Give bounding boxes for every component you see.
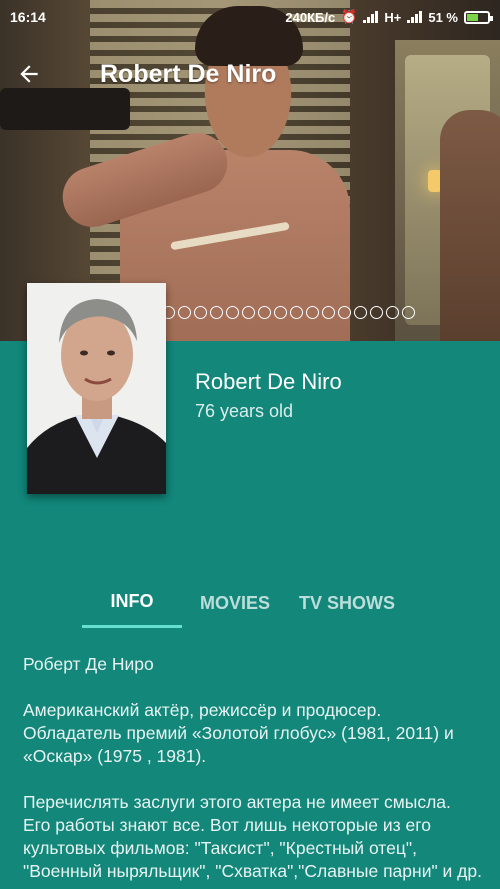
battery-fill (467, 13, 479, 21)
status-right: 240КБ/с ⏰ H+ 51 % (285, 9, 493, 25)
gallery-dot[interactable] (322, 306, 335, 319)
status-time: 16:14 (10, 9, 46, 25)
gallery-dot[interactable] (354, 306, 367, 319)
signal-icon (363, 11, 379, 23)
gallery-dot[interactable] (338, 306, 351, 319)
gallery-dot[interactable] (258, 306, 271, 319)
bio-paragraph-1: Американский актёр, режиссёр и продюсер.… (23, 700, 454, 766)
tab-info[interactable]: INFO (82, 578, 182, 628)
network-type: H+ (384, 9, 402, 25)
portrait-image (27, 283, 166, 494)
back-button[interactable] (0, 46, 58, 102)
actor-name: Robert De Niro (195, 369, 342, 394)
actor-age: 76 years old (195, 401, 294, 421)
gallery-dot[interactable] (306, 306, 319, 319)
bio-content: Роберт Де Ниро Американский актёр, режис… (23, 653, 483, 889)
gallery-dot[interactable] (290, 306, 303, 319)
tab-movies[interactable]: MOVIES (182, 578, 288, 628)
profile-photo (27, 283, 166, 494)
bio-heading: Роберт Де Ниро (23, 654, 154, 674)
gallery-dot[interactable] (226, 306, 239, 319)
arrow-back-icon (20, 65, 38, 83)
status-bar: 16:14 240КБ/с ⏰ H+ 51 % (0, 0, 500, 34)
toolbar-title: Robert De Niro (100, 59, 277, 88)
bio-paragraph-2: Перечислять заслуги этого актера не имее… (23, 792, 482, 881)
gallery-dot[interactable] (386, 306, 399, 319)
tab-bar: INFO MOVIES TV SHOWS (82, 578, 406, 628)
battery-percent: 51 % (428, 9, 458, 25)
gallery-dot[interactable] (402, 306, 415, 319)
gallery-dot[interactable] (370, 306, 383, 319)
tab-tv-shows[interactable]: TV SHOWS (288, 578, 406, 628)
gallery-dot[interactable] (210, 306, 223, 319)
signal-icon-2 (407, 11, 423, 23)
gallery-dot[interactable] (242, 306, 255, 319)
gallery-dot[interactable] (194, 306, 207, 319)
gallery-dot[interactable] (274, 306, 287, 319)
background-person (440, 110, 500, 341)
battery-icon (464, 10, 493, 24)
gallery-dot[interactable] (178, 306, 191, 319)
network-speed: 240КБ/с (285, 9, 336, 25)
toolbar: Robert De Niro (0, 46, 500, 102)
alarm-icon: ⏰ (341, 9, 358, 24)
